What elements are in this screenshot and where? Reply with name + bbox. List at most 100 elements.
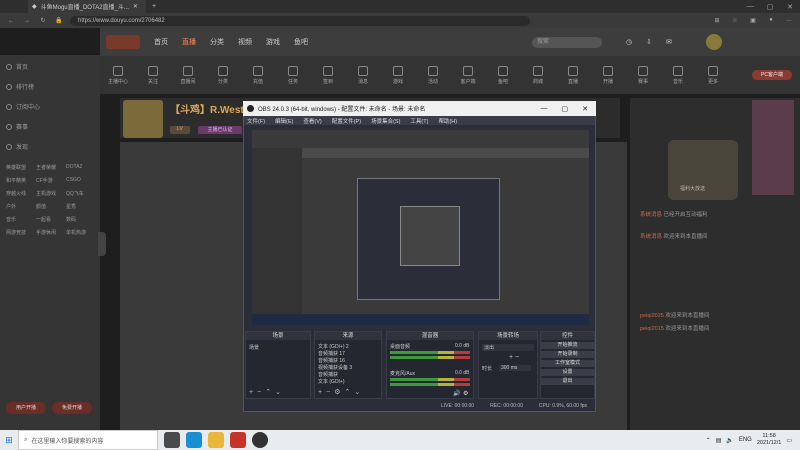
obs-minimize-icon[interactable]: — xyxy=(541,105,548,113)
speaker-icon[interactable]: 🔊 xyxy=(453,390,460,397)
nav-item[interactable]: 视频 xyxy=(238,37,252,47)
category-item[interactable]: 任务 xyxy=(281,65,305,85)
obs-menu-item[interactable]: 场景集合(S) xyxy=(371,117,400,125)
category-item[interactable]: 音乐 xyxy=(666,65,690,85)
nav-item[interactable]: 鱼吧 xyxy=(294,37,308,47)
back-icon[interactable]: ← xyxy=(6,18,16,24)
category-item[interactable]: 鱼吧 xyxy=(491,65,515,85)
category-item[interactable]: 更多 xyxy=(701,65,725,85)
download-icon[interactable]: ⇩ xyxy=(646,38,652,46)
reload-icon[interactable]: ↻ xyxy=(38,17,48,24)
clock[interactable]: 11:58 2021/12/1 xyxy=(757,433,781,447)
sidebar-item[interactable]: 排行榜 xyxy=(6,82,34,91)
category-item[interactable]: 活动 xyxy=(421,65,445,85)
exit-button[interactable]: 退出 xyxy=(541,378,594,385)
free-live-button[interactable]: 免费开播 xyxy=(52,402,92,414)
message-icon[interactable]: ✉ xyxy=(666,38,672,46)
up-icon[interactable]: ⌃ xyxy=(265,389,275,396)
start-streaming-button[interactable]: 开始推流 xyxy=(541,342,594,349)
down-icon[interactable]: ⌄ xyxy=(275,389,285,396)
minimize-icon[interactable]: — xyxy=(740,3,760,11)
transition-add-remove[interactable]: + − xyxy=(509,354,519,361)
down-icon[interactable]: ⌄ xyxy=(354,389,364,396)
duration-input[interactable]: 300 ms xyxy=(499,365,531,371)
category-item[interactable]: 商城 xyxy=(526,65,550,85)
category-item[interactable]: 充值 xyxy=(246,65,270,85)
obs-close-icon[interactable]: ✕ xyxy=(582,105,588,113)
forward-icon[interactable]: → xyxy=(22,18,32,24)
sidebar-category-link[interactable]: 单机热游 xyxy=(66,229,96,236)
close-icon[interactable]: ✕ xyxy=(780,3,800,11)
nav-item[interactable]: 分类 xyxy=(210,37,224,47)
profile-icon[interactable]: ● xyxy=(766,17,776,24)
sidebar-item[interactable]: 首页 xyxy=(6,62,28,71)
douyu-app-icon[interactable] xyxy=(230,432,246,448)
extension-icon[interactable]: ⊞ xyxy=(712,17,722,24)
browser-tab[interactable]: ◆ 斗鱼Mogu直播_DOTA2直播_斗... ✕ xyxy=(28,0,146,13)
tray-chevron-icon[interactable]: ⌃ xyxy=(706,437,711,444)
category-item[interactable]: 开播 xyxy=(596,65,620,85)
category-item[interactable]: 客户端 xyxy=(456,65,480,85)
nav-item[interactable]: 游戏 xyxy=(266,37,280,47)
sidebar-category-link[interactable]: DOTA2 xyxy=(66,164,96,171)
ad-banner[interactable] xyxy=(752,100,794,195)
sidebar-category-link[interactable]: 手游休闲 xyxy=(36,229,66,236)
search-input[interactable]: 搜索 xyxy=(532,36,602,48)
anchor-avatar[interactable] xyxy=(123,100,163,138)
category-item[interactable]: 直播间 xyxy=(176,65,200,85)
start-live-button[interactable]: 用户开播 xyxy=(6,402,46,414)
source-item[interactable]: 文本 (GDI+) 2 xyxy=(318,343,349,350)
url-field[interactable]: https://www.douyu.com/2706482 xyxy=(70,15,530,26)
obs-menu-item[interactable]: 配置文件(P) xyxy=(332,117,361,125)
obs-menu-item[interactable]: 帮助(H) xyxy=(438,117,457,125)
sidebar-category-link[interactable]: 网游竞技 xyxy=(6,229,36,236)
obs-menu-item[interactable]: 编辑(E) xyxy=(275,117,293,125)
sidebar-item[interactable]: 赛事 xyxy=(6,122,28,131)
obs-menu-item[interactable]: 文件(F) xyxy=(247,117,265,125)
category-item[interactable]: 分类 xyxy=(211,65,235,85)
history-icon[interactable]: ◷ xyxy=(626,38,632,46)
nav-item[interactable]: 首页 xyxy=(154,37,168,47)
obs-app-icon[interactable] xyxy=(252,432,268,448)
add-icon[interactable]: + xyxy=(318,389,326,396)
sidebar-item[interactable]: 订阅中心 xyxy=(6,102,40,111)
volume-icon[interactable]: 🔈 xyxy=(726,437,733,444)
source-item[interactable]: 视频捕获设备 3 xyxy=(318,364,352,371)
gear-icon[interactable]: ⚙ xyxy=(334,389,344,396)
sidebar-category-link[interactable]: 和平精英 xyxy=(6,177,36,184)
douyu-logo[interactable] xyxy=(106,35,140,49)
category-item[interactable]: 关注 xyxy=(141,65,165,85)
menu-icon[interactable]: … xyxy=(784,17,794,24)
sidebar-category-link[interactable]: 王者荣耀 xyxy=(36,164,66,171)
up-icon[interactable]: ⌃ xyxy=(344,389,354,396)
pc-client-button[interactable]: PC客户端 xyxy=(752,70,792,80)
remove-icon[interactable]: − xyxy=(326,389,334,396)
sidebar-category-link[interactable]: 穿越火线 xyxy=(6,190,36,197)
edge-icon[interactable] xyxy=(186,432,202,448)
task-view-icon[interactable] xyxy=(164,432,180,448)
scene-item[interactable]: 场景 xyxy=(249,344,259,351)
category-item[interactable]: 直播 xyxy=(561,65,585,85)
source-item[interactable]: 音频捕获 17 xyxy=(318,350,345,357)
category-item[interactable]: 游戏 xyxy=(386,65,410,85)
gear-icon[interactable]: ⚙ xyxy=(463,390,468,397)
sidebar-toggle[interactable] xyxy=(98,232,106,256)
category-item[interactable]: 签到 xyxy=(316,65,340,85)
folder-icon[interactable] xyxy=(208,432,224,448)
sidebar-category-link[interactable]: 星秀 xyxy=(66,203,96,210)
settings-button[interactable]: 设置 xyxy=(541,369,594,376)
sidebar-category-link[interactable]: CSGO xyxy=(66,177,96,184)
sidebar-category-link[interactable]: 颜值 xyxy=(36,203,66,210)
add-icon[interactable]: + xyxy=(249,389,257,396)
category-item[interactable]: 赛事 xyxy=(631,65,655,85)
source-item[interactable]: 音频捕获 xyxy=(318,371,338,378)
nav-item-active[interactable]: 直播 xyxy=(182,37,196,47)
sidebar-category-link[interactable]: 音乐 xyxy=(6,216,36,223)
sidebar-category-link[interactable]: 英雄联盟 xyxy=(6,164,36,171)
studio-mode-button[interactable]: 工作室模式 xyxy=(541,360,594,367)
source-item[interactable]: 文本 (GDI+) xyxy=(318,378,345,385)
star-icon[interactable]: ☆ xyxy=(730,17,740,24)
obs-maximize-icon[interactable]: ▢ xyxy=(562,105,569,113)
collections-icon[interactable]: ▣ xyxy=(748,17,758,24)
maximize-icon[interactable]: ▢ xyxy=(760,3,780,11)
